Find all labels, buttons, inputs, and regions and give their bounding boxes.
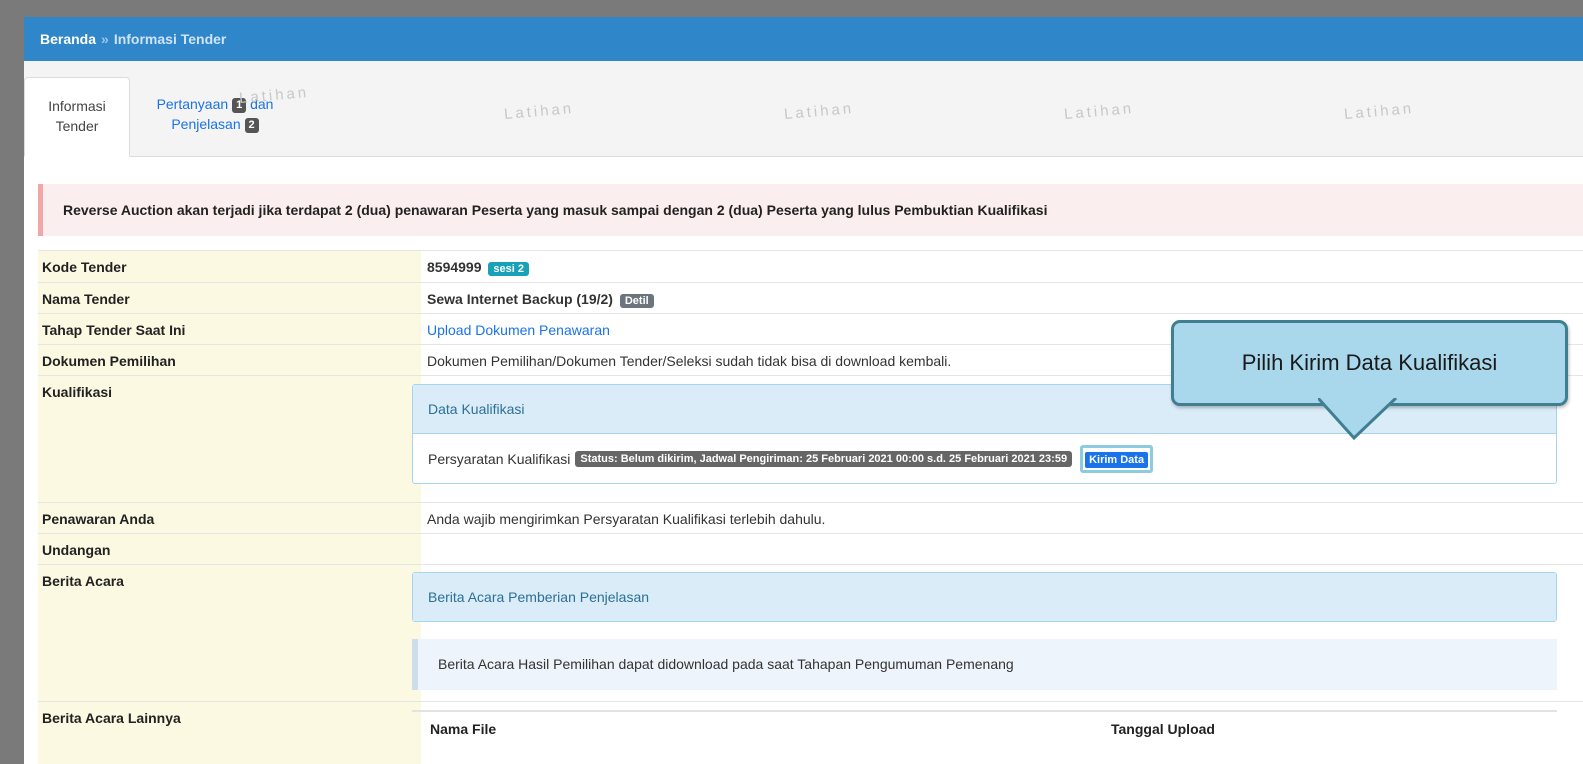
row-value: Sewa Internet Backup (19/2) Detil bbox=[421, 283, 1583, 313]
tab-label-line1: Informasi bbox=[48, 98, 106, 114]
berita-acara-panel: Berita Acara Pemberian Penjelasan bbox=[412, 572, 1557, 622]
explanation-count-badge: 2 bbox=[244, 118, 259, 133]
row-nama-tender: Nama Tender Sewa Internet Backup (19/2) … bbox=[38, 282, 1583, 313]
tab2-text-penjelasan: Penjelasan bbox=[171, 116, 241, 132]
kirim-data-highlight: Kirim Data bbox=[1080, 444, 1154, 473]
current-stage-link[interactable]: Upload Dokumen Penawaran bbox=[427, 322, 610, 338]
row-label: Undangan bbox=[38, 534, 421, 564]
breadcrumb: Beranda » Informasi Tender bbox=[24, 17, 1583, 61]
column-header-nama-file: Nama File bbox=[430, 721, 497, 737]
watermark: Latihan bbox=[238, 83, 310, 108]
watermark: Latihan bbox=[1343, 99, 1415, 124]
kualifikasi-item-label: Persyaratan Kualifikasi bbox=[428, 450, 571, 467]
tab-informasi-tender[interactable]: Informasi Tender bbox=[24, 77, 130, 157]
reverse-auction-alert: Reverse Auction akan terjadi jika terdap… bbox=[38, 184, 1583, 236]
watermark: Latihan bbox=[1063, 99, 1135, 124]
row-label: Kualifikasi bbox=[38, 376, 421, 502]
tender-code: 8594999 bbox=[427, 259, 482, 275]
row-value bbox=[421, 534, 1583, 564]
tender-name: Sewa Internet Backup (19/2) bbox=[427, 291, 613, 307]
row-undangan: Undangan bbox=[38, 533, 1583, 564]
tab-bar: Informasi Tender Pertanyaan 1 dan Penjel… bbox=[24, 61, 1583, 157]
row-label: Dokumen Pemilihan bbox=[38, 345, 421, 375]
berita-acara-info: Berita Acara Hasil Pemilihan dapat didow… bbox=[412, 639, 1557, 690]
watermark: Latihan bbox=[503, 99, 575, 124]
row-label: Berita Acara Lainnya bbox=[38, 702, 421, 764]
row-kode-tender: Kode Tender 8594999 sesi 2 bbox=[38, 250, 1583, 282]
detail-button[interactable]: Detil bbox=[619, 294, 654, 308]
breadcrumb-separator: » bbox=[101, 31, 109, 47]
row-label: Penawaran Anda bbox=[38, 503, 421, 533]
row-label: Nama Tender bbox=[38, 283, 421, 313]
breadcrumb-current: Informasi Tender bbox=[113, 31, 227, 47]
column-header-tanggal-upload: Tanggal Upload bbox=[1111, 721, 1215, 737]
berita-acara-penjelasan-link[interactable]: Berita Acara Pemberian Penjelasan bbox=[413, 573, 1556, 621]
instruction-callout: Pilih Kirim Data Kualifikasi bbox=[1171, 320, 1568, 406]
row-label: Berita Acara bbox=[38, 565, 421, 701]
session-badge: sesi 2 bbox=[488, 262, 529, 276]
tab-label-line2: Tender bbox=[55, 118, 99, 134]
files-table-header: Nama File Tanggal Upload bbox=[412, 710, 1557, 740]
row-label: Tahap Tender Saat Ini bbox=[38, 314, 421, 344]
row-value: 8594999 sesi 2 bbox=[421, 251, 1583, 282]
breadcrumb-home-link[interactable]: Beranda bbox=[40, 31, 96, 47]
callout-pointer bbox=[1318, 398, 1398, 440]
kualifikasi-item: Persyaratan Kualifikasi Status: Belum di… bbox=[413, 433, 1556, 483]
row-value: Anda wajib mengirimkan Persyaratan Kuali… bbox=[427, 511, 826, 527]
status-badge: Status: Belum dikirim, Jadwal Pengiriman… bbox=[575, 450, 1073, 467]
row-label: Kode Tender bbox=[38, 251, 421, 282]
kirim-data-button[interactable]: Kirim Data bbox=[1085, 451, 1149, 468]
tab2-text-pertanyaan: Pertanyaan bbox=[156, 96, 229, 112]
row-penawaran-anda: Penawaran Anda Anda wajib mengirimkan Pe… bbox=[38, 502, 1583, 533]
watermark: Latihan bbox=[783, 99, 855, 124]
